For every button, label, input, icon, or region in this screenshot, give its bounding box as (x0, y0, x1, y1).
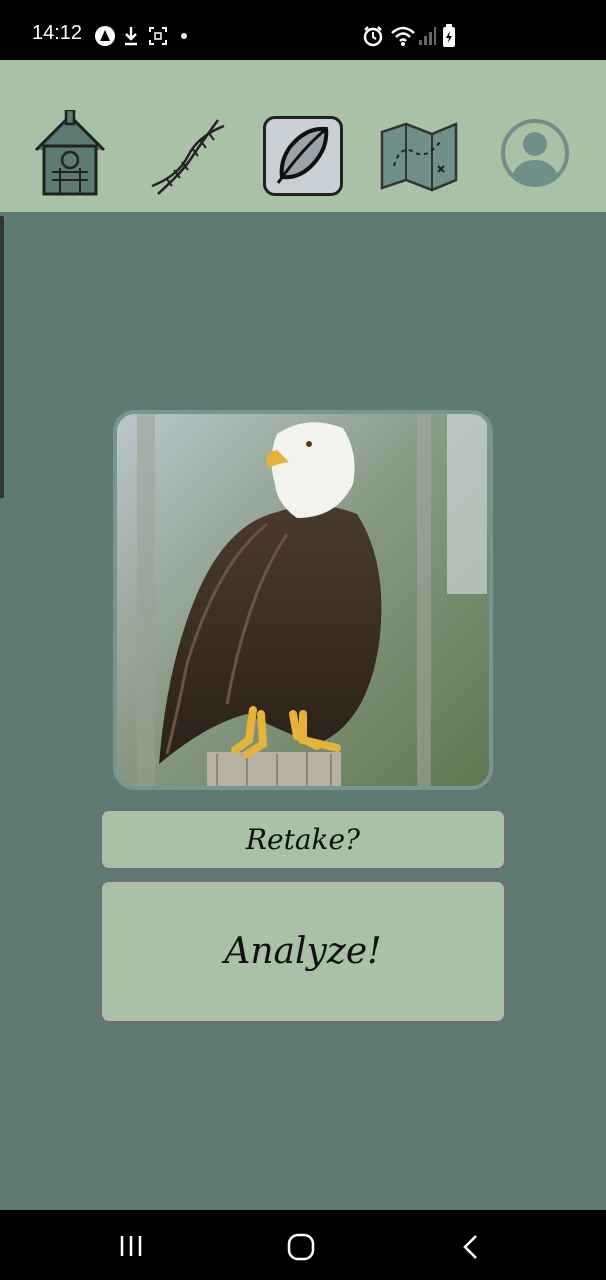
scroll-indicator[interactable] (0, 216, 4, 498)
dot-icon (181, 33, 187, 39)
back-icon[interactable] (460, 1233, 480, 1261)
retake-button[interactable]: Retake? (99, 808, 507, 871)
birdhouse-icon (34, 108, 106, 196)
battery-icon (443, 24, 455, 47)
screenshot-icon (149, 27, 167, 45)
status-time: 14:12 (32, 22, 83, 44)
feather-icon (276, 126, 329, 184)
nav-map[interactable] (380, 116, 460, 196)
top-nav-bar (0, 60, 606, 212)
map-icon (380, 122, 458, 192)
wifi-icon (391, 26, 415, 46)
bald-eagle-photo (117, 414, 489, 786)
nav-dna[interactable] (148, 116, 228, 196)
app-icon (95, 26, 115, 46)
nav-birdhouse[interactable] (30, 108, 110, 196)
status-bar: 14:12 (0, 0, 606, 60)
download-icon (125, 27, 137, 46)
system-nav-bar (0, 1210, 606, 1280)
photo-frame (113, 410, 493, 790)
recent-apps-icon[interactable] (118, 1234, 144, 1258)
dna-icon (151, 119, 225, 195)
nav-profile[interactable] (498, 116, 578, 196)
home-icon[interactable] (287, 1233, 315, 1261)
signal-icon (419, 27, 436, 45)
analyze-button[interactable]: Analyze! (99, 879, 507, 1024)
profile-icon (501, 119, 569, 187)
nav-feather[interactable] (263, 116, 343, 196)
alarm-icon (363, 26, 383, 47)
